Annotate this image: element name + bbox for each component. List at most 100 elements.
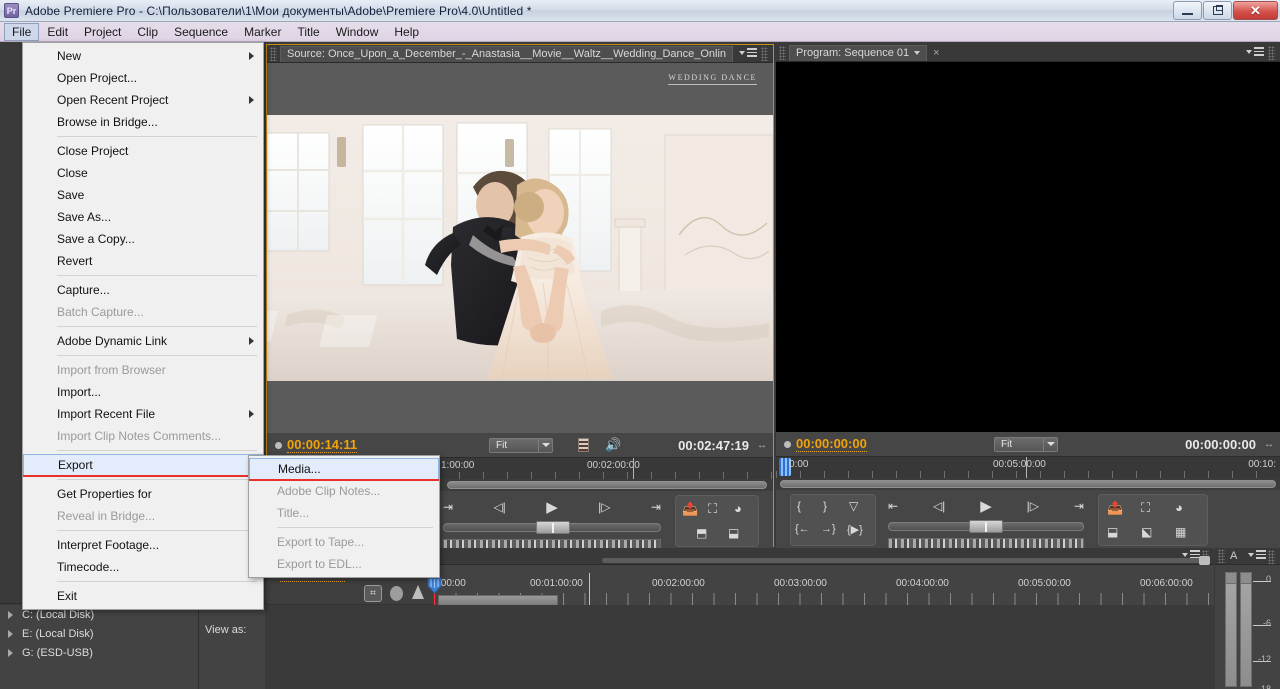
goto-out-icon[interactable]: →}: [821, 523, 836, 535]
file-menu-item-interpret-footage[interactable]: Interpret Footage...: [23, 534, 263, 556]
set-marker-icon[interactable]: ▽: [849, 499, 858, 513]
panel-grip-right-icon[interactable]: [1268, 45, 1275, 60]
program-ruler[interactable]: 0:00 00:05:00:00 00:10:: [776, 456, 1280, 478]
mark-in-icon[interactable]: {: [797, 499, 801, 513]
file-menu-item-import-recent-file[interactable]: Import Recent File: [23, 403, 263, 425]
program-shuttle-slider[interactable]: [888, 520, 1084, 533]
mark-in-button[interactable]: ⇥: [443, 500, 453, 514]
file-menu-item-adobe-dynamic-link[interactable]: Adobe Dynamic Link: [23, 330, 263, 352]
program-duration-timecode[interactable]: 00:00:00:00: [1185, 437, 1256, 452]
file-menu-item-close[interactable]: Close: [23, 162, 263, 184]
menu-project[interactable]: Project: [76, 23, 129, 41]
insert-icon[interactable]: ⬒: [696, 526, 707, 540]
file-menu-item-export[interactable]: Export: [23, 454, 263, 477]
tab-source-clip[interactable]: Source: Once_Upon_a_December_-_Anastasia…: [280, 45, 734, 62]
file-menu-item-import[interactable]: Import...: [23, 381, 263, 403]
menu-marker[interactable]: Marker: [236, 23, 289, 41]
export-item-media[interactable]: Media...: [249, 458, 439, 481]
trim-icon[interactable]: ▦: [1175, 525, 1186, 539]
resize-handle-icon[interactable]: ↔: [1264, 439, 1274, 450]
timeline-ruler[interactable]: :00:00 00:01:00:00 00:02:00:00 00:03:00:…: [434, 556, 1214, 607]
program-panel-menu-button[interactable]: [1246, 47, 1264, 58]
expand-triangle-icon[interactable]: [8, 648, 13, 657]
panel-grip-icon[interactable]: [270, 46, 277, 61]
chevron-down-icon[interactable]: [914, 51, 921, 55]
file-menu-item-revert[interactable]: Revert: [23, 250, 263, 272]
output-icon[interactable]: ◕: [1175, 500, 1183, 515]
mark-out-button[interactable]: ⇥: [651, 500, 661, 514]
source-panel-menu-button[interactable]: [739, 48, 757, 59]
marker-bulb-icon[interactable]: [390, 586, 403, 601]
file-menu-item-open-recent-project[interactable]: Open Recent Project: [23, 89, 263, 111]
menu-clip[interactable]: Clip: [129, 23, 166, 41]
audio-meter-menu-button[interactable]: [1248, 550, 1266, 561]
export-frame-icon[interactable]: 📤: [1107, 500, 1123, 516]
audio-meter-tab-label[interactable]: A: [1228, 550, 1237, 562]
overwrite-icon[interactable]: ⬓: [728, 526, 739, 540]
speaker-icon[interactable]: 🔊: [605, 437, 621, 453]
minimize-button[interactable]: [1173, 1, 1202, 20]
play-button[interactable]: ▶: [546, 498, 558, 516]
source-current-timecode[interactable]: 00:00:14:11: [287, 437, 358, 453]
menu-edit[interactable]: Edit: [39, 23, 76, 41]
program-scroll-zone[interactable]: [776, 478, 1280, 490]
timeline-track-area[interactable]: [266, 605, 1214, 689]
menu-help[interactable]: Help: [386, 23, 427, 41]
source-zoom-select[interactable]: Fit: [489, 437, 553, 453]
resize-handle-icon[interactable]: ↔: [757, 440, 767, 451]
tab-program-sequence[interactable]: Program: Sequence 01: [789, 44, 928, 61]
panel-grip-right-icon[interactable]: [1268, 550, 1275, 564]
menu-sequence[interactable]: Sequence: [166, 23, 236, 41]
source-shuttle-slider[interactable]: [443, 521, 661, 534]
file-menu-item-close-project[interactable]: Close Project: [23, 140, 263, 162]
close-icon[interactable]: ×: [933, 47, 939, 59]
mark-out-icon[interactable]: }: [823, 499, 827, 513]
program-mark-in-button[interactable]: ⇤: [888, 499, 898, 513]
program-play-button[interactable]: ▶: [980, 497, 992, 515]
expand-triangle-icon[interactable]: [8, 610, 13, 619]
program-step-forward-button[interactable]: |▷: [1027, 499, 1039, 513]
playhead-handle-icon[interactable]: [427, 577, 442, 594]
file-menu-item-timecode[interactable]: Timecode...: [23, 556, 263, 578]
file-menu-item-browse-in-bridge[interactable]: Browse in Bridge...: [23, 111, 263, 133]
source-duration-timecode[interactable]: 00:02:47:19: [678, 438, 749, 453]
program-scrollbar[interactable]: [780, 480, 1276, 488]
output-icon[interactable]: ◕: [734, 501, 742, 516]
file-menu-item-get-properties-for[interactable]: Get Properties for: [23, 483, 263, 505]
panel-grip-icon[interactable]: [779, 45, 786, 60]
restore-button[interactable]: [1203, 1, 1232, 20]
safe-margins-icon[interactable]: ⛶: [708, 501, 717, 517]
track-marker-icon[interactable]: [412, 585, 424, 599]
file-menu-item-save-a-copy[interactable]: Save a Copy...: [23, 228, 263, 250]
menu-window[interactable]: Window: [328, 23, 387, 41]
extract-icon[interactable]: ⬕: [1141, 525, 1152, 539]
program-mark-out-button[interactable]: ⇥: [1074, 499, 1084, 513]
file-menu-item-exit[interactable]: Exit: [23, 585, 263, 607]
safe-margins-icon[interactable]: ⛶: [1141, 500, 1150, 516]
file-menu-item-open-project[interactable]: Open Project...: [23, 67, 263, 89]
file-menu-item-capture[interactable]: Capture...: [23, 279, 263, 301]
export-frame-icon[interactable]: 📤: [682, 501, 698, 517]
goto-in-icon[interactable]: {←: [795, 523, 810, 535]
lift-icon[interactable]: ⬓: [1107, 525, 1118, 539]
panel-grip-right-icon[interactable]: [761, 46, 768, 61]
drive-item[interactable]: G: (ESD-USB): [0, 643, 265, 662]
menu-title[interactable]: Title: [289, 23, 327, 41]
program-zoom-select[interactable]: Fit: [994, 436, 1058, 452]
file-menu-item-new[interactable]: New: [23, 45, 263, 67]
file-menu-item-save[interactable]: Save: [23, 184, 263, 206]
source-scrollbar[interactable]: [447, 481, 767, 489]
step-back-button[interactable]: ◁|: [493, 500, 505, 514]
program-current-timecode[interactable]: 00:00:00:00: [796, 436, 867, 452]
program-video-display[interactable]: [776, 62, 1280, 432]
close-button[interactable]: ✕: [1233, 1, 1278, 20]
program-step-back-button[interactable]: ◁|: [933, 499, 945, 513]
timeline-zoom-bar[interactable]: [602, 556, 1210, 565]
step-forward-button[interactable]: |▷: [598, 500, 610, 514]
source-video-display[interactable]: WEDDING DANCE: [267, 63, 773, 433]
expand-triangle-icon[interactable]: [8, 629, 13, 638]
snap-toggle-button[interactable]: ⌗: [364, 585, 382, 602]
file-menu-item-save-as[interactable]: Save As...: [23, 206, 263, 228]
menu-file[interactable]: File: [4, 22, 40, 41]
film-icon[interactable]: [578, 438, 589, 452]
